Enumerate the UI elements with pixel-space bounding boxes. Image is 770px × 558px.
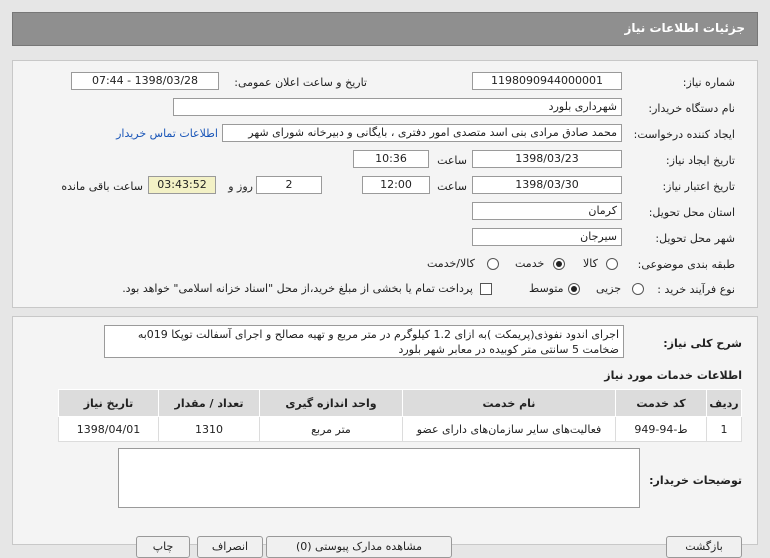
- days-label: روز و: [228, 180, 253, 193]
- announce-datetime-field: 1398/03/28 - 07:44: [71, 72, 219, 90]
- requester-field: محمد صادق مرادی بنی اسد متصدی امور دفتری…: [222, 124, 622, 142]
- category-goods-service-label: کالا/خدمت: [427, 257, 475, 270]
- col-name-header: نام خدمت: [402, 389, 616, 417]
- services-table: ردیف کد خدمت نام خدمت واحد اندازه گیری ت…: [58, 389, 742, 442]
- back-button[interactable]: بازگشت: [666, 536, 742, 558]
- created-time-label: ساعت: [437, 154, 467, 167]
- services-heading: اطلاعات خدمات مورد نیاز: [604, 369, 742, 382]
- province-label: استان محل تحویل:: [648, 206, 735, 219]
- treasury-payment-label: پرداخت تمام یا بخشی از مبلغ خرید،از محل …: [122, 282, 473, 295]
- table-row: 1 ط-94-949 فعالیت‌های سایر سازمان‌های دا…: [58, 416, 742, 442]
- created-time-field: 10:36: [353, 150, 429, 168]
- province-field: کرمان: [472, 202, 622, 220]
- cancel-button[interactable]: انصراف: [197, 536, 263, 558]
- city-field: سیرجان: [472, 228, 622, 246]
- category-goods-service-radio[interactable]: [487, 258, 499, 270]
- validity-time-label: ساعت: [437, 180, 467, 193]
- remaining-days-field: 2: [256, 176, 322, 194]
- buyer-contact-link[interactable]: اطلاعات تماس خریدار: [116, 127, 218, 140]
- category-label: طبقه بندی موضوعی:: [637, 258, 735, 271]
- process-medium-label: متوسط: [529, 282, 564, 295]
- col-qty-header: تعداد / مقدار: [158, 389, 260, 417]
- process-label: نوع فرآیند خرید :: [657, 283, 735, 296]
- row-number: 1: [706, 416, 742, 442]
- validity-time-field: 12:00: [362, 176, 430, 194]
- col-row-header: ردیف: [706, 389, 742, 417]
- attachments-button[interactable]: مشاهده مدارک پیوستی (0): [266, 536, 452, 558]
- process-partial-radio[interactable]: [632, 283, 644, 295]
- print-button[interactable]: چاپ: [136, 536, 190, 558]
- process-partial-label: جزیی: [596, 282, 622, 295]
- service-unit: متر مربع: [259, 416, 403, 442]
- need-number-field: 1198090944000001: [472, 72, 622, 90]
- category-goods-radio[interactable]: [606, 258, 618, 270]
- treasury-payment-checkbox[interactable]: [480, 283, 492, 295]
- announce-label: تاریخ و ساعت اعلان عمومی:: [234, 76, 367, 89]
- category-service-radio[interactable]: [553, 258, 565, 270]
- page-title-bar: جزئیات اطلاعات نیاز: [12, 12, 758, 46]
- process-medium-radio[interactable]: [568, 283, 580, 295]
- service-name: فعالیت‌های سایر سازمان‌های دارای عضو: [402, 416, 616, 442]
- city-label: شهر محل تحویل:: [655, 232, 735, 245]
- description-text: اجرای اندود نفوذی(پریمکت )به ازای 1.2 کی…: [104, 325, 624, 358]
- service-need-date: 1398/04/01: [58, 416, 159, 442]
- buyer-notes-field: [118, 448, 640, 508]
- buyer-org-label: نام دستگاه خریدار:: [648, 102, 735, 115]
- page-title: جزئیات اطلاعات نیاز: [624, 21, 745, 35]
- requester-label: ایجاد کننده درخواست:: [633, 128, 735, 141]
- service-code: ط-94-949: [615, 416, 707, 442]
- remaining-time-label: ساعت باقی مانده: [61, 180, 143, 193]
- col-date-header: تاریخ نیاز: [58, 389, 159, 417]
- service-quantity: 1310: [158, 416, 260, 442]
- buyer-org-field: شهرداری بلورد: [173, 98, 622, 116]
- col-unit-header: واحد اندازه گیری: [259, 389, 403, 417]
- remaining-time-field: 03:43:52: [148, 176, 216, 194]
- created-date-field: 1398/03/23: [472, 150, 622, 168]
- created-date-label: تاریخ ایجاد نیاز:: [665, 154, 735, 167]
- col-code-header: کد خدمت: [615, 389, 707, 417]
- validity-date-field: 1398/03/30: [472, 176, 622, 194]
- category-goods-label: کالا: [583, 257, 598, 270]
- category-service-label: خدمت: [515, 257, 545, 270]
- validity-date-label: تاریخ اعتبار نیاز:: [662, 180, 735, 193]
- need-number-label: شماره نیاز:: [682, 76, 735, 89]
- buyer-notes-label: توضیحات خریدار:: [649, 474, 742, 487]
- services-table-container: ردیف کد خدمت نام خدمت واحد اندازه گیری ت…: [58, 389, 742, 442]
- description-label: شرح کلی نیاز:: [663, 337, 742, 350]
- services-header-row: ردیف کد خدمت نام خدمت واحد اندازه گیری ت…: [58, 389, 742, 417]
